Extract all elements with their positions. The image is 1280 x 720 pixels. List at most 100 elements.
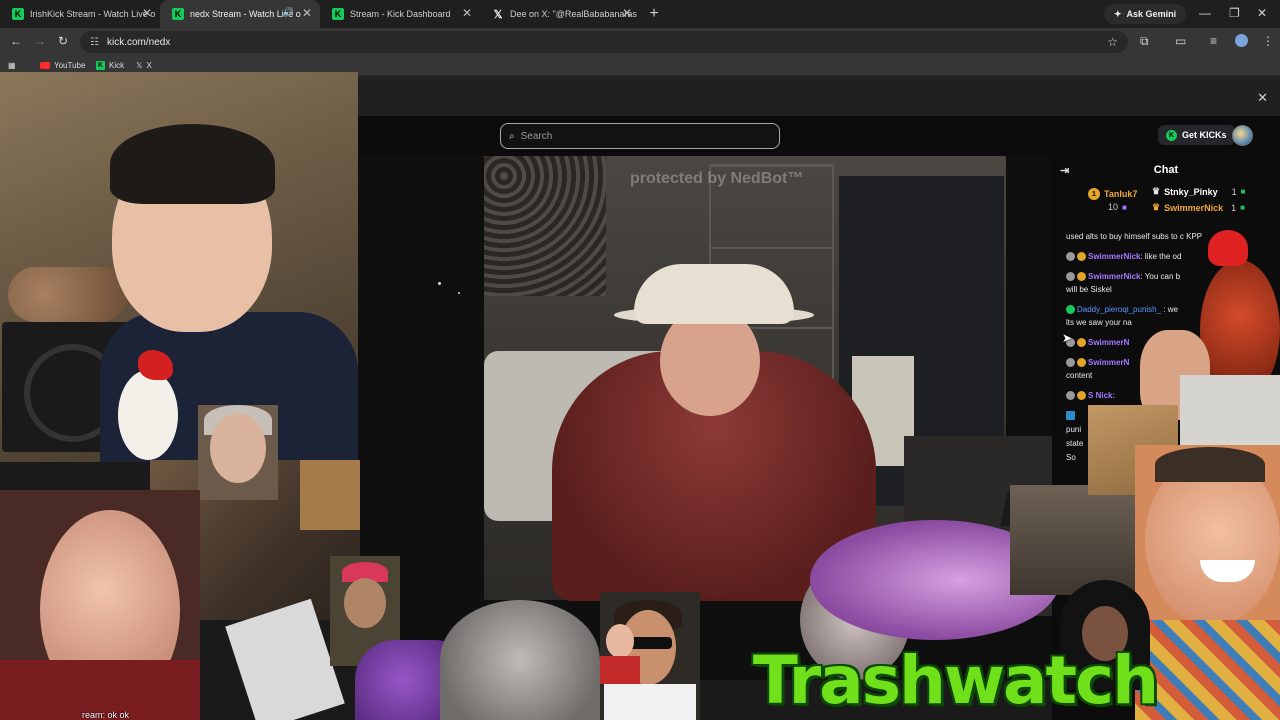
- rooster-body: [118, 370, 178, 460]
- kick-icon: K: [96, 61, 105, 70]
- profile-avatar[interactable]: [1235, 34, 1248, 47]
- url-text: kick.com/nedx: [106, 36, 171, 48]
- menu-dots-icon[interactable]: ⋮: [1262, 34, 1274, 48]
- close-icon[interactable]: ✕: [1257, 90, 1268, 106]
- tab-title: Stream - Kick Dashboard: [350, 9, 451, 19]
- search-input[interactable]: ⌕ Search: [500, 123, 780, 149]
- bald-man-photo: [0, 490, 200, 720]
- kick-header: ⌕ Search K Get KICKs: [358, 116, 1280, 156]
- overlay-caption: ream: ok ok: [82, 710, 130, 720]
- webcam-hair: [110, 124, 275, 204]
- sparkle-icon: ✦: [1114, 8, 1122, 19]
- badge-icon: [1077, 338, 1086, 347]
- light-dot: [438, 282, 441, 285]
- close-icon[interactable]: ✕: [142, 6, 152, 20]
- new-tab-button[interactable]: +: [640, 0, 668, 28]
- tab-irishkick[interactable]: K IrishKick Stream - Watch Live o ✕: [0, 0, 160, 28]
- user-avatar[interactable]: [1232, 125, 1253, 146]
- rooster-comb: [1208, 230, 1248, 266]
- chat-username[interactable]: SwimmerNick: [1088, 272, 1140, 281]
- tab-title: Dee on X: "@RealBababanaras: [510, 9, 637, 19]
- ask-gemini-button[interactable]: ✦ Ask Gemini: [1104, 4, 1187, 24]
- rooster-sticker: [118, 350, 188, 460]
- x-icon: 𝕏: [493, 8, 503, 21]
- leaderboard-item[interactable]: ♛ Stnky_Pinky 1 ■: [1152, 186, 1245, 197]
- site-info-icon[interactable]: ☷: [90, 37, 99, 48]
- leaderboard-item[interactable]: 1 Tanluk7: [1088, 188, 1137, 200]
- bookmark-kick[interactable]: K Kick: [96, 61, 124, 70]
- rooster-comb: [138, 350, 173, 380]
- bookmark-star-icon[interactable]: ☆: [1107, 35, 1118, 49]
- chat-username[interactable]: S: [1088, 391, 1093, 400]
- chat-username[interactable]: SwimmerNick: [1088, 252, 1140, 261]
- ask-gemini-label: Ask Gemini: [1126, 9, 1177, 19]
- back-icon[interactable]: ←: [10, 34, 22, 48]
- bookmark-label: X: [146, 61, 152, 70]
- collapse-chat-icon[interactable]: ⇥: [1060, 164, 1069, 177]
- close-icon[interactable]: ✕: [462, 6, 472, 20]
- badge-icon: ♛: [1152, 202, 1161, 212]
- gift-icon: ■: [1122, 202, 1127, 212]
- screen: K IrishKick Stream - Watch Live o ✕ K ne…: [0, 0, 1280, 720]
- search-placeholder: Search: [520, 130, 553, 142]
- smiling-man-hair: [1155, 447, 1265, 482]
- small-man-face: [606, 624, 634, 658]
- small-man-photo: [600, 624, 640, 684]
- badge-icon: [1066, 305, 1075, 314]
- address-bar[interactable]: ☷ kick.com/nedx ☆: [80, 31, 1128, 53]
- gift-leaderboard: 1 Tanluk7 10 ■ ♛ Stnky_Pinky 1 ■ ♛ Swimme…: [1052, 184, 1280, 222]
- badge-icon: [1066, 411, 1075, 420]
- trashwatch-title: Trashwatch: [752, 641, 1159, 719]
- cardboard-box: [300, 460, 360, 530]
- plush-toys: [8, 267, 128, 322]
- apps-grid-icon[interactable]: ▦: [8, 61, 16, 70]
- chat-title: Chat: [1153, 164, 1179, 176]
- chat-username[interactable]: Daddy_pieroqi_punish_: [1077, 305, 1161, 314]
- badge-icon: [1077, 358, 1086, 367]
- x-icon: 𝕏: [136, 61, 143, 70]
- mouse-cursor-icon: ➤: [1062, 331, 1073, 345]
- page-banner: ✕: [358, 76, 1280, 116]
- leaderboard-item[interactable]: ♛ SwimmerNick 1 ■: [1152, 202, 1245, 213]
- badge-icon: [1066, 272, 1075, 281]
- tab-nedx[interactable]: K nedx Stream - Watch Live o 🔊 ✕: [160, 0, 320, 28]
- clutter-photo: [1010, 485, 1140, 595]
- cast-icon[interactable]: ▭: [1175, 34, 1186, 48]
- badge-icon: [1066, 391, 1075, 400]
- tab-title: IrishKick Stream - Watch Live o: [30, 9, 156, 19]
- man-face: [210, 413, 266, 483]
- close-window-icon[interactable]: ✕: [1257, 6, 1267, 20]
- small-man-shirt: [600, 656, 640, 684]
- kick-icon: K: [332, 8, 344, 20]
- speaker-icon[interactable]: 🔊: [283, 7, 294, 18]
- chat-username[interactable]: SwimmerN: [1088, 358, 1129, 367]
- badge-icon: [1066, 358, 1075, 367]
- bookmark-x[interactable]: 𝕏 X: [136, 61, 152, 70]
- get-kicks-button[interactable]: K Get KICKs: [1158, 125, 1235, 145]
- youtube-icon: [40, 62, 50, 69]
- restore-icon[interactable]: ❐: [1229, 6, 1240, 20]
- extensions-icon[interactable]: ⧉: [1140, 34, 1149, 49]
- badge-icon: [1066, 252, 1075, 261]
- chat-username[interactable]: SwimmerN: [1088, 338, 1129, 347]
- gift-icon: ■: [1240, 187, 1246, 196]
- reload-icon[interactable]: ↻: [58, 34, 68, 48]
- browser-toolbar: ← → ↻ ☷ kick.com/nedx ☆ ⧉ ▭ ≡ ⋮: [0, 28, 1280, 56]
- tab-x-post[interactable]: 𝕏 Dee on X: "@RealBababanaras ✕: [480, 0, 640, 28]
- minimize-icon[interactable]: —: [1199, 6, 1211, 20]
- get-kicks-label: Get KICKs: [1182, 130, 1227, 140]
- wallpaper: [484, 156, 606, 296]
- badge-icon: ♛: [1152, 186, 1161, 196]
- close-icon[interactable]: ✕: [622, 6, 632, 20]
- tab-kick-dashboard[interactable]: K Stream - Kick Dashboard ✕: [320, 0, 480, 28]
- forward-icon[interactable]: →: [34, 34, 46, 48]
- badge-icon: [1077, 252, 1086, 261]
- media-icon[interactable]: ≡: [1210, 34, 1217, 48]
- badge-icon: [1077, 272, 1086, 281]
- light-dot: [458, 292, 460, 294]
- cap-man-face: [344, 578, 386, 628]
- badge-icon: [1077, 391, 1086, 400]
- gift-icon: ■: [1240, 203, 1245, 212]
- close-icon[interactable]: ✕: [302, 6, 312, 20]
- bookmark-youtube[interactable]: YouTube: [40, 61, 85, 70]
